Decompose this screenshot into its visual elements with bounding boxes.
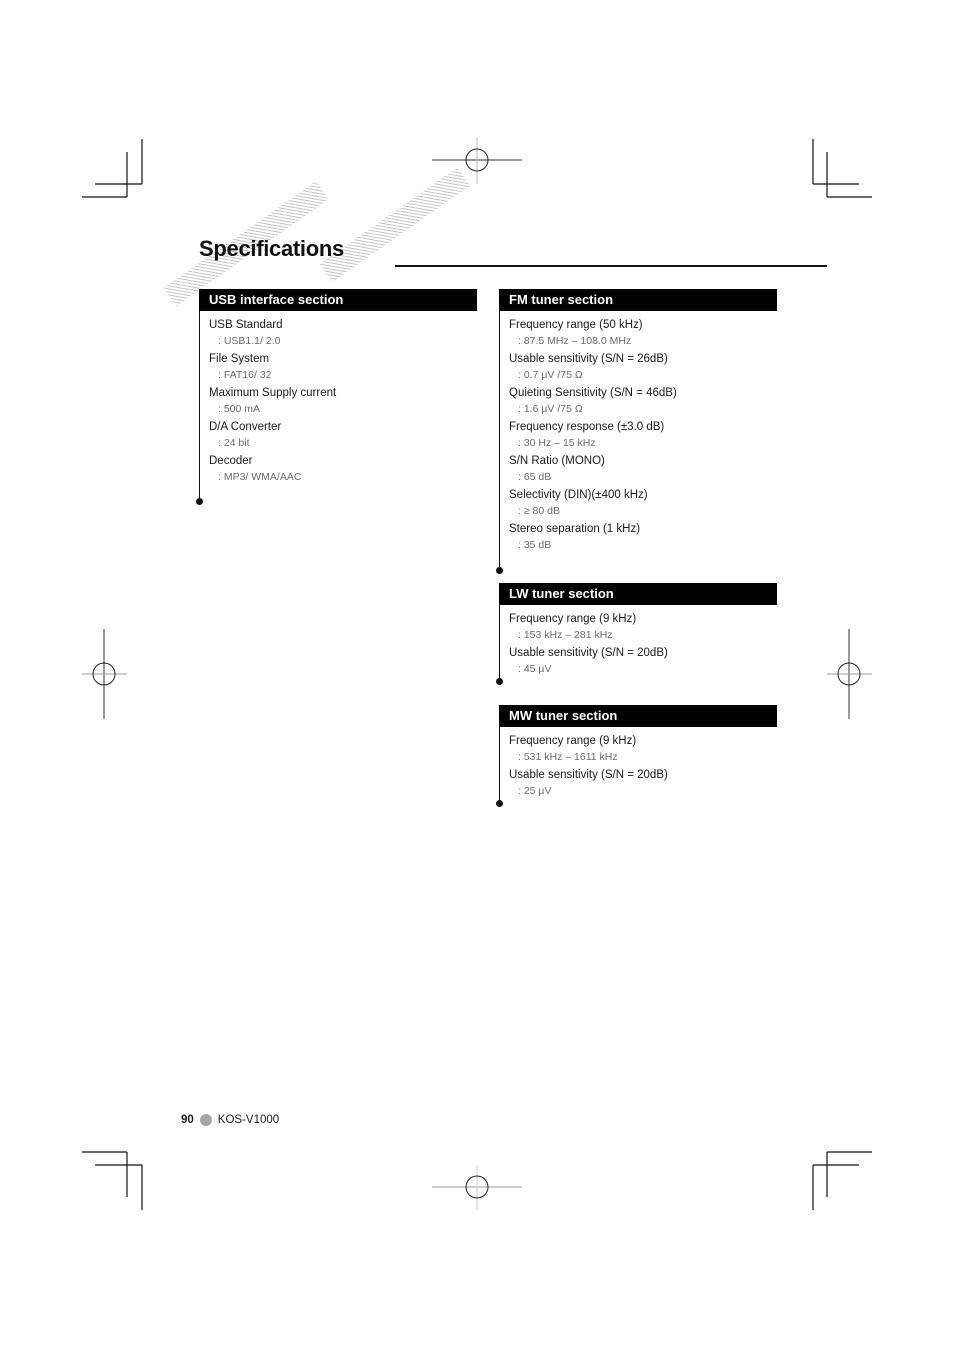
spec-value: : 35 dB bbox=[518, 539, 552, 551]
spec-item: Frequency response (±3.0 dB) : 30 Hz – 15… bbox=[509, 419, 777, 451]
section-body: Frequency range (9 kHz) : 531 kHz – 1611 … bbox=[496, 727, 777, 807]
spec-value: : FAT16/ 32 bbox=[218, 369, 272, 381]
title-rule bbox=[395, 265, 827, 267]
spec-item: Usable sensitivity (S/N = 26dB) : 0.7 µV … bbox=[509, 351, 777, 383]
spec-value: : USB1.1/ 2.0 bbox=[218, 335, 281, 347]
page-footer: 90 KOS-V1000 bbox=[181, 1114, 279, 1126]
spec-value: : 25 µV bbox=[518, 785, 552, 797]
spec-label: S/N Ratio (MONO) bbox=[509, 455, 605, 467]
spec-item: File System : FAT16/ 32 bbox=[209, 351, 477, 383]
section-body: Frequency range (9 kHz) : 153 kHz – 281 k… bbox=[496, 605, 777, 685]
crop-mark-bottom-right bbox=[812, 1151, 872, 1210]
crop-mark-top-right bbox=[812, 139, 872, 198]
spec-value: : 153 kHz – 281 kHz bbox=[518, 629, 613, 641]
spec-label: Maximum Supply current bbox=[209, 387, 337, 399]
spec-label: Decoder bbox=[209, 455, 253, 467]
lw-tuner-section: LW tuner section Frequency range (9 kHz)… bbox=[496, 583, 777, 685]
spec-label: Frequency range (50 kHz) bbox=[509, 319, 643, 331]
section-heading: USB interface section bbox=[199, 289, 477, 311]
spec-item: S/N Ratio (MONO) : 65 dB bbox=[509, 453, 777, 485]
spec-label: Selectivity (DIN)(±400 kHz) bbox=[509, 489, 648, 501]
spec-label: Quieting Sensitivity (S/N = 46dB) bbox=[509, 387, 677, 399]
spec-value: : 531 kHz – 1611 kHz bbox=[518, 751, 618, 763]
spec-item: Maximum Supply current : 500 mA bbox=[209, 385, 477, 417]
spec-value: : 0.7 µV /75 Ω bbox=[518, 369, 583, 381]
section-end-dot bbox=[496, 567, 503, 574]
spec-label: USB Standard bbox=[209, 319, 283, 331]
spec-label: Usable sensitivity (S/N = 20dB) bbox=[509, 769, 668, 781]
crop-mark-bottom-left bbox=[82, 1151, 143, 1210]
spec-label: Stereo separation (1 kHz) bbox=[509, 523, 641, 535]
spec-item: Usable sensitivity (S/N = 20dB) : 45 µV bbox=[509, 645, 777, 677]
spec-item: Frequency range (50 kHz) : 87.5 MHz – 108… bbox=[509, 317, 777, 349]
spec-value: : 500 mA bbox=[218, 403, 261, 415]
spec-label: D/A Converter bbox=[209, 421, 282, 433]
spec-label: Usable sensitivity (S/N = 26dB) bbox=[509, 353, 668, 365]
spec-value: : 65 dB bbox=[518, 471, 552, 483]
model-name: KOS-V1000 bbox=[217, 1114, 280, 1126]
section-body: USB Standard : USB1.1/ 2.0 File System : FA… bbox=[196, 311, 477, 505]
spec-value: : 1.6 µV /75 Ω bbox=[518, 403, 583, 415]
registration-mark-bottom bbox=[432, 1165, 522, 1210]
spec-item: Frequency range (9 kHz) : 153 kHz – 281 k… bbox=[509, 611, 777, 643]
spec-value: : 30 Hz – 15 kHz bbox=[518, 437, 596, 449]
spec-value: : 45 µV bbox=[518, 663, 552, 675]
spec-value: : ≥ 80 dB bbox=[518, 505, 560, 517]
section-heading: LW tuner section bbox=[499, 583, 777, 605]
spec-label: Frequency range (9 kHz) bbox=[509, 613, 637, 625]
registration-mark-right bbox=[827, 629, 872, 719]
spec-item: Stereo separation (1 kHz) : 35 dB bbox=[509, 521, 777, 553]
spec-label: Frequency range (9 kHz) bbox=[509, 735, 637, 747]
mw-tuner-section: MW tuner section Frequency range (9 kHz)… bbox=[496, 705, 777, 807]
spec-item: USB Standard : USB1.1/ 2.0 bbox=[209, 317, 477, 349]
spec-label: Usable sensitivity (S/N = 20dB) bbox=[509, 647, 668, 659]
spec-label: File System bbox=[209, 353, 270, 365]
spec-item: D/A Converter : 24 bit bbox=[209, 419, 477, 451]
registration-mark-left bbox=[82, 629, 127, 719]
page-title: Specifications bbox=[199, 236, 344, 261]
spec-item: Quieting Sensitivity (S/N = 46dB) : 1.6 µ… bbox=[509, 385, 777, 417]
spec-value: : 87.5 MHz – 108.0 MHz bbox=[518, 335, 632, 347]
spec-item: Usable sensitivity (S/N = 20dB) : 25 µV bbox=[509, 767, 777, 799]
spec-value: : 24 bit bbox=[218, 437, 250, 449]
spec-label: Frequency response (±3.0 dB) bbox=[509, 421, 665, 433]
section-end-dot bbox=[496, 800, 503, 807]
usb-interface-section: USB interface section USB Standard : USB1… bbox=[196, 289, 477, 505]
spec-item: Frequency range (9 kHz) : 531 kHz – 1611 … bbox=[509, 733, 777, 765]
section-heading: MW tuner section bbox=[499, 705, 777, 727]
fm-tuner-section: FM tuner section Frequency range (50 kHz… bbox=[496, 289, 777, 574]
spec-value: : MP3/ WMA/AAC bbox=[218, 471, 302, 483]
section-heading: FM tuner section bbox=[499, 289, 777, 311]
page-number: 90 bbox=[181, 1114, 194, 1126]
section-body: Frequency range (50 kHz) : 87.5 MHz – 108… bbox=[496, 311, 777, 574]
section-end-dot bbox=[496, 678, 503, 685]
spec-item: Decoder : MP3/ WMA/AAC bbox=[209, 453, 477, 485]
crop-mark-top-left bbox=[82, 139, 143, 198]
bullet-circle-icon bbox=[199, 1114, 212, 1126]
section-end-dot bbox=[196, 498, 203, 505]
printer-marks bbox=[82, 138, 872, 1210]
spec-item: Selectivity (DIN)(±400 kHz) : ≥ 80 dB bbox=[509, 487, 777, 519]
